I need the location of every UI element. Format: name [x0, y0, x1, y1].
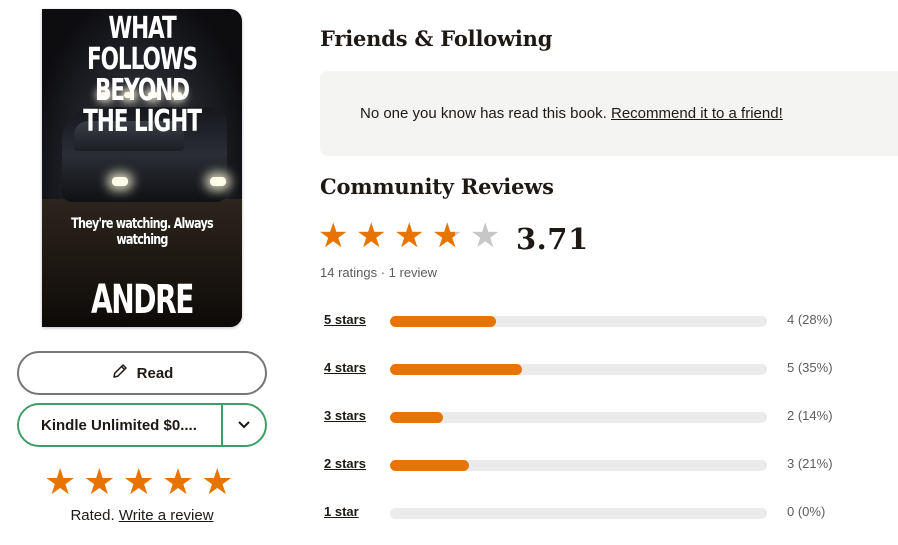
average-rating-stars: ★★★★★★★★★★	[318, 218, 502, 254]
read-button-label: Read	[136, 364, 174, 382]
kindle-unlimited-button[interactable]: Kindle Unlimited $0....	[17, 403, 267, 447]
star-icon[interactable]: ★	[162, 464, 194, 500]
histogram-label[interactable]: 3 stars	[324, 408, 366, 423]
histogram-count: 0 (0%)	[787, 504, 826, 519]
histogram-count: 2 (14%)	[787, 408, 833, 423]
star-icon: ★★	[432, 217, 463, 255]
community-reviews-title: Community Reviews	[320, 174, 554, 199]
histogram-label[interactable]: 2 stars	[324, 456, 366, 471]
histogram-row: 3 stars 2 (14%)	[324, 405, 884, 429]
histogram-bar-track	[390, 460, 767, 471]
histogram-label[interactable]: 4 stars	[324, 360, 366, 375]
book-cover[interactable]: WHAT FOLLOWS BEYOND THE LIGHT They're wa…	[42, 9, 242, 327]
star-icon: ★★	[470, 217, 501, 255]
write-review-link[interactable]: Write a review	[119, 507, 214, 524]
star-icon: ★★	[394, 217, 425, 255]
cover-tagline: They're watching. Always watching	[71, 216, 213, 248]
histogram-bar-fill	[390, 412, 443, 423]
kindle-unlimited-label[interactable]: Kindle Unlimited $0....	[19, 405, 221, 445]
histogram-count: 5 (35%)	[787, 360, 833, 375]
histogram-row: 5 stars 4 (28%)	[324, 309, 884, 333]
star-icon: ★★	[318, 217, 349, 255]
cover-title: WHAT FOLLOWS BEYOND THE LIGHT	[83, 11, 202, 139]
star-icon[interactable]: ★	[201, 464, 233, 500]
histogram-row: 1 star 0 (0%)	[324, 501, 884, 525]
average-rating-value: 3.71	[516, 222, 589, 256]
star-icon[interactable]: ★	[83, 464, 115, 500]
friends-message: No one you know has read this book. Reco…	[320, 105, 783, 122]
cover-headlight	[210, 177, 226, 186]
histogram-label[interactable]: 1 star	[324, 504, 359, 519]
friends-section-title: Friends & Following	[320, 26, 553, 51]
histogram-row: 4 stars 5 (35%)	[324, 357, 884, 381]
friends-message-text: No one you know has read this book.	[360, 105, 607, 122]
pencil-icon	[111, 362, 129, 384]
histogram-count: 4 (28%)	[787, 312, 833, 327]
cover-headlight	[112, 177, 128, 186]
histogram-label[interactable]: 5 stars	[324, 312, 366, 327]
cover-author: ANDRE SIERRA	[89, 277, 197, 327]
star-icon[interactable]: ★	[44, 464, 76, 500]
chevron-down-icon[interactable]	[223, 405, 265, 445]
histogram-bar-fill	[390, 316, 496, 327]
histogram-bar-track	[390, 316, 767, 327]
star-icon[interactable]: ★	[123, 464, 155, 500]
histogram-bar-track	[390, 508, 767, 519]
histogram-bar-track	[390, 364, 767, 375]
histogram-count: 3 (21%)	[787, 456, 833, 471]
histogram-bar-fill	[390, 364, 522, 375]
histogram-bar-track	[390, 412, 767, 423]
histogram-row: 2 stars 3 (21%)	[324, 453, 884, 477]
recommend-link[interactable]: Recommend it to a friend!	[611, 105, 783, 122]
star-icon: ★★	[356, 217, 387, 255]
ratings-count[interactable]: 14 ratings · 1 review	[320, 265, 437, 280]
histogram-bar-fill	[390, 460, 470, 471]
user-rating-stars[interactable]: ★ ★ ★ ★ ★	[44, 464, 233, 500]
friends-box: No one you know has read this book. Reco…	[320, 71, 898, 156]
rated-line: Rated. Write a review	[0, 507, 284, 524]
rated-text: Rated.	[70, 507, 115, 524]
read-button[interactable]: Read	[17, 351, 267, 395]
